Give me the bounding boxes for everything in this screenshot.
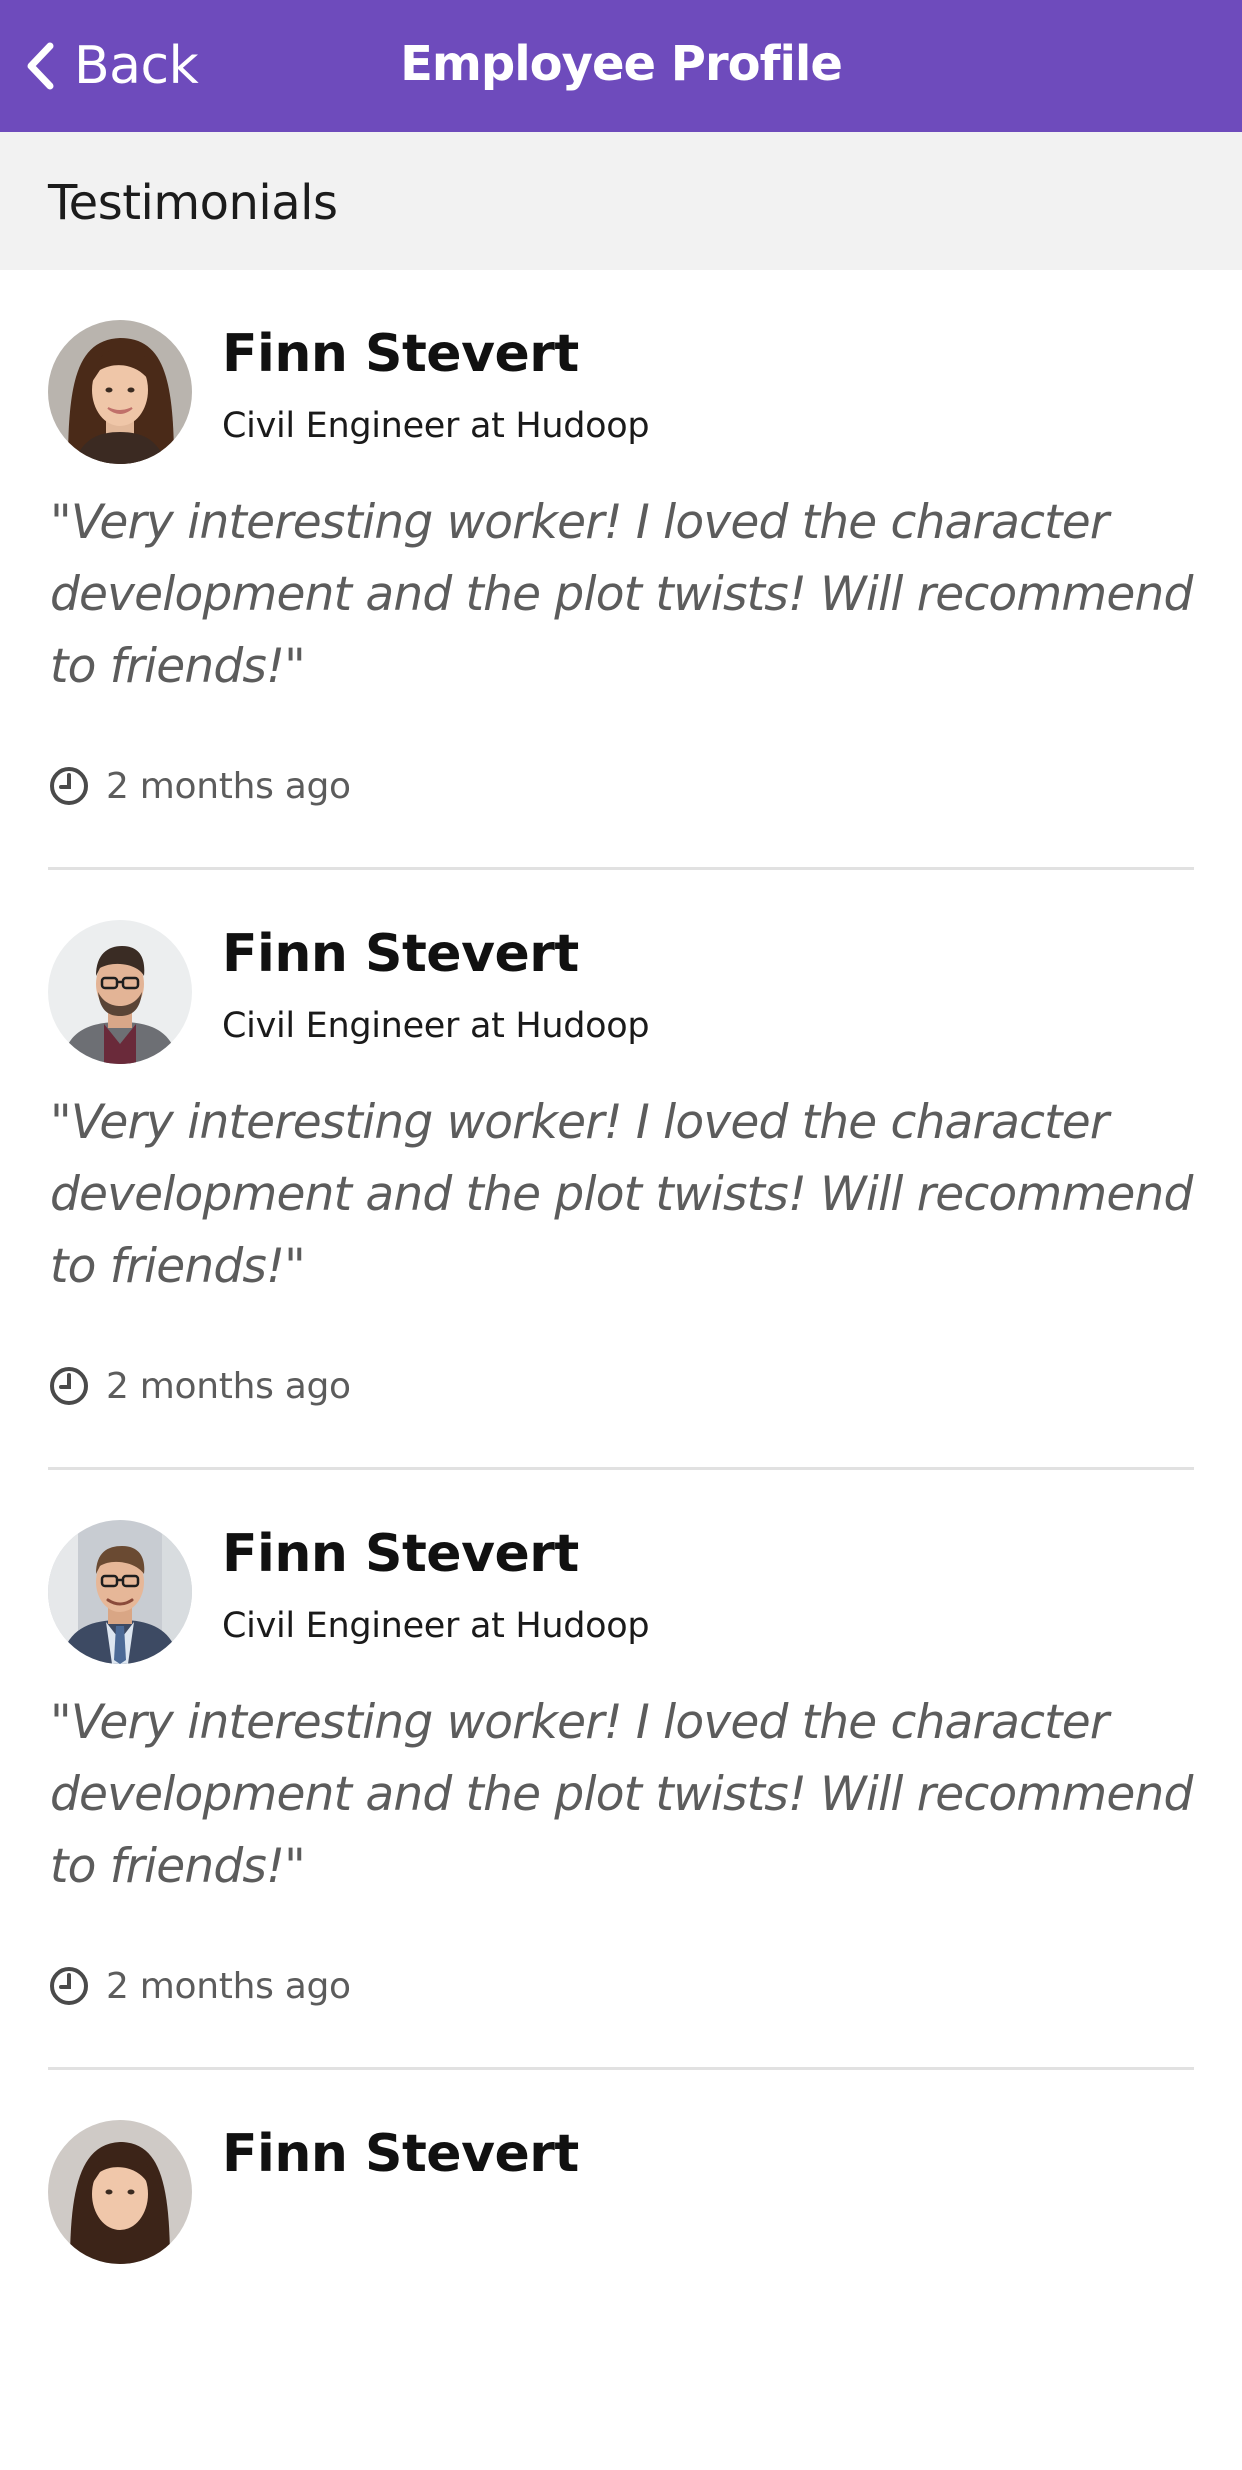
- testimonial-quote: "Very interesting worker! I loved the ch…: [50, 1095, 1193, 1294]
- testimonial-time: 2 months ago: [106, 1965, 351, 2007]
- section-title: Testimonials: [48, 175, 338, 231]
- testimonial-quote: "Very interesting worker! I loved the ch…: [50, 1695, 1193, 1894]
- page-title: Employee Profile: [400, 36, 843, 92]
- testimonial-meta: 2 months ago: [48, 765, 351, 807]
- reviewer-name: Finn Stevert: [222, 2124, 579, 2184]
- testimonial-time: 2 months ago: [106, 765, 351, 807]
- navigation-bar: Back Employee Profile: [0, 0, 1242, 132]
- testimonials-list: Finn Stevert Civil Engineer at Hudoop "V…: [0, 270, 1242, 2470]
- testimonial-card: Finn Stevert: [0, 2070, 1242, 2470]
- testimonial-meta: 2 months ago: [48, 1965, 351, 2007]
- testimonial-meta: 2 months ago: [48, 1365, 351, 1407]
- avatar-woman-dark-hair: [48, 2120, 192, 2264]
- testimonials-section-header: Testimonials: [0, 132, 1242, 270]
- reviewer-role: Civil Engineer at Hudoop: [222, 1006, 650, 1046]
- testimonial-time: 2 months ago: [106, 1365, 351, 1407]
- avatar-woman-long-hair: [48, 320, 192, 464]
- clock-icon: [48, 765, 90, 807]
- reviewer-role: Civil Engineer at Hudoop: [222, 406, 650, 446]
- testimonial-card: Finn Stevert Civil Engineer at Hudoop "V…: [0, 1470, 1242, 2070]
- clock-icon: [48, 1965, 90, 2007]
- testimonial-card: Finn Stevert Civil Engineer at Hudoop "V…: [0, 270, 1242, 870]
- avatar-man-glasses-suit: [48, 1520, 192, 1664]
- reviewer-name: Finn Stevert: [222, 924, 579, 984]
- clock-icon: [48, 1365, 90, 1407]
- reviewer-role: Civil Engineer at Hudoop: [222, 1606, 650, 1646]
- testimonial-quote: "Very interesting worker! I loved the ch…: [50, 495, 1193, 694]
- avatar-man-glasses-beard: [48, 920, 192, 1064]
- testimonial-card: Finn Stevert Civil Engineer at Hudoop "V…: [0, 870, 1242, 1470]
- reviewer-name: Finn Stevert: [222, 1524, 579, 1584]
- reviewer-name: Finn Stevert: [222, 324, 579, 384]
